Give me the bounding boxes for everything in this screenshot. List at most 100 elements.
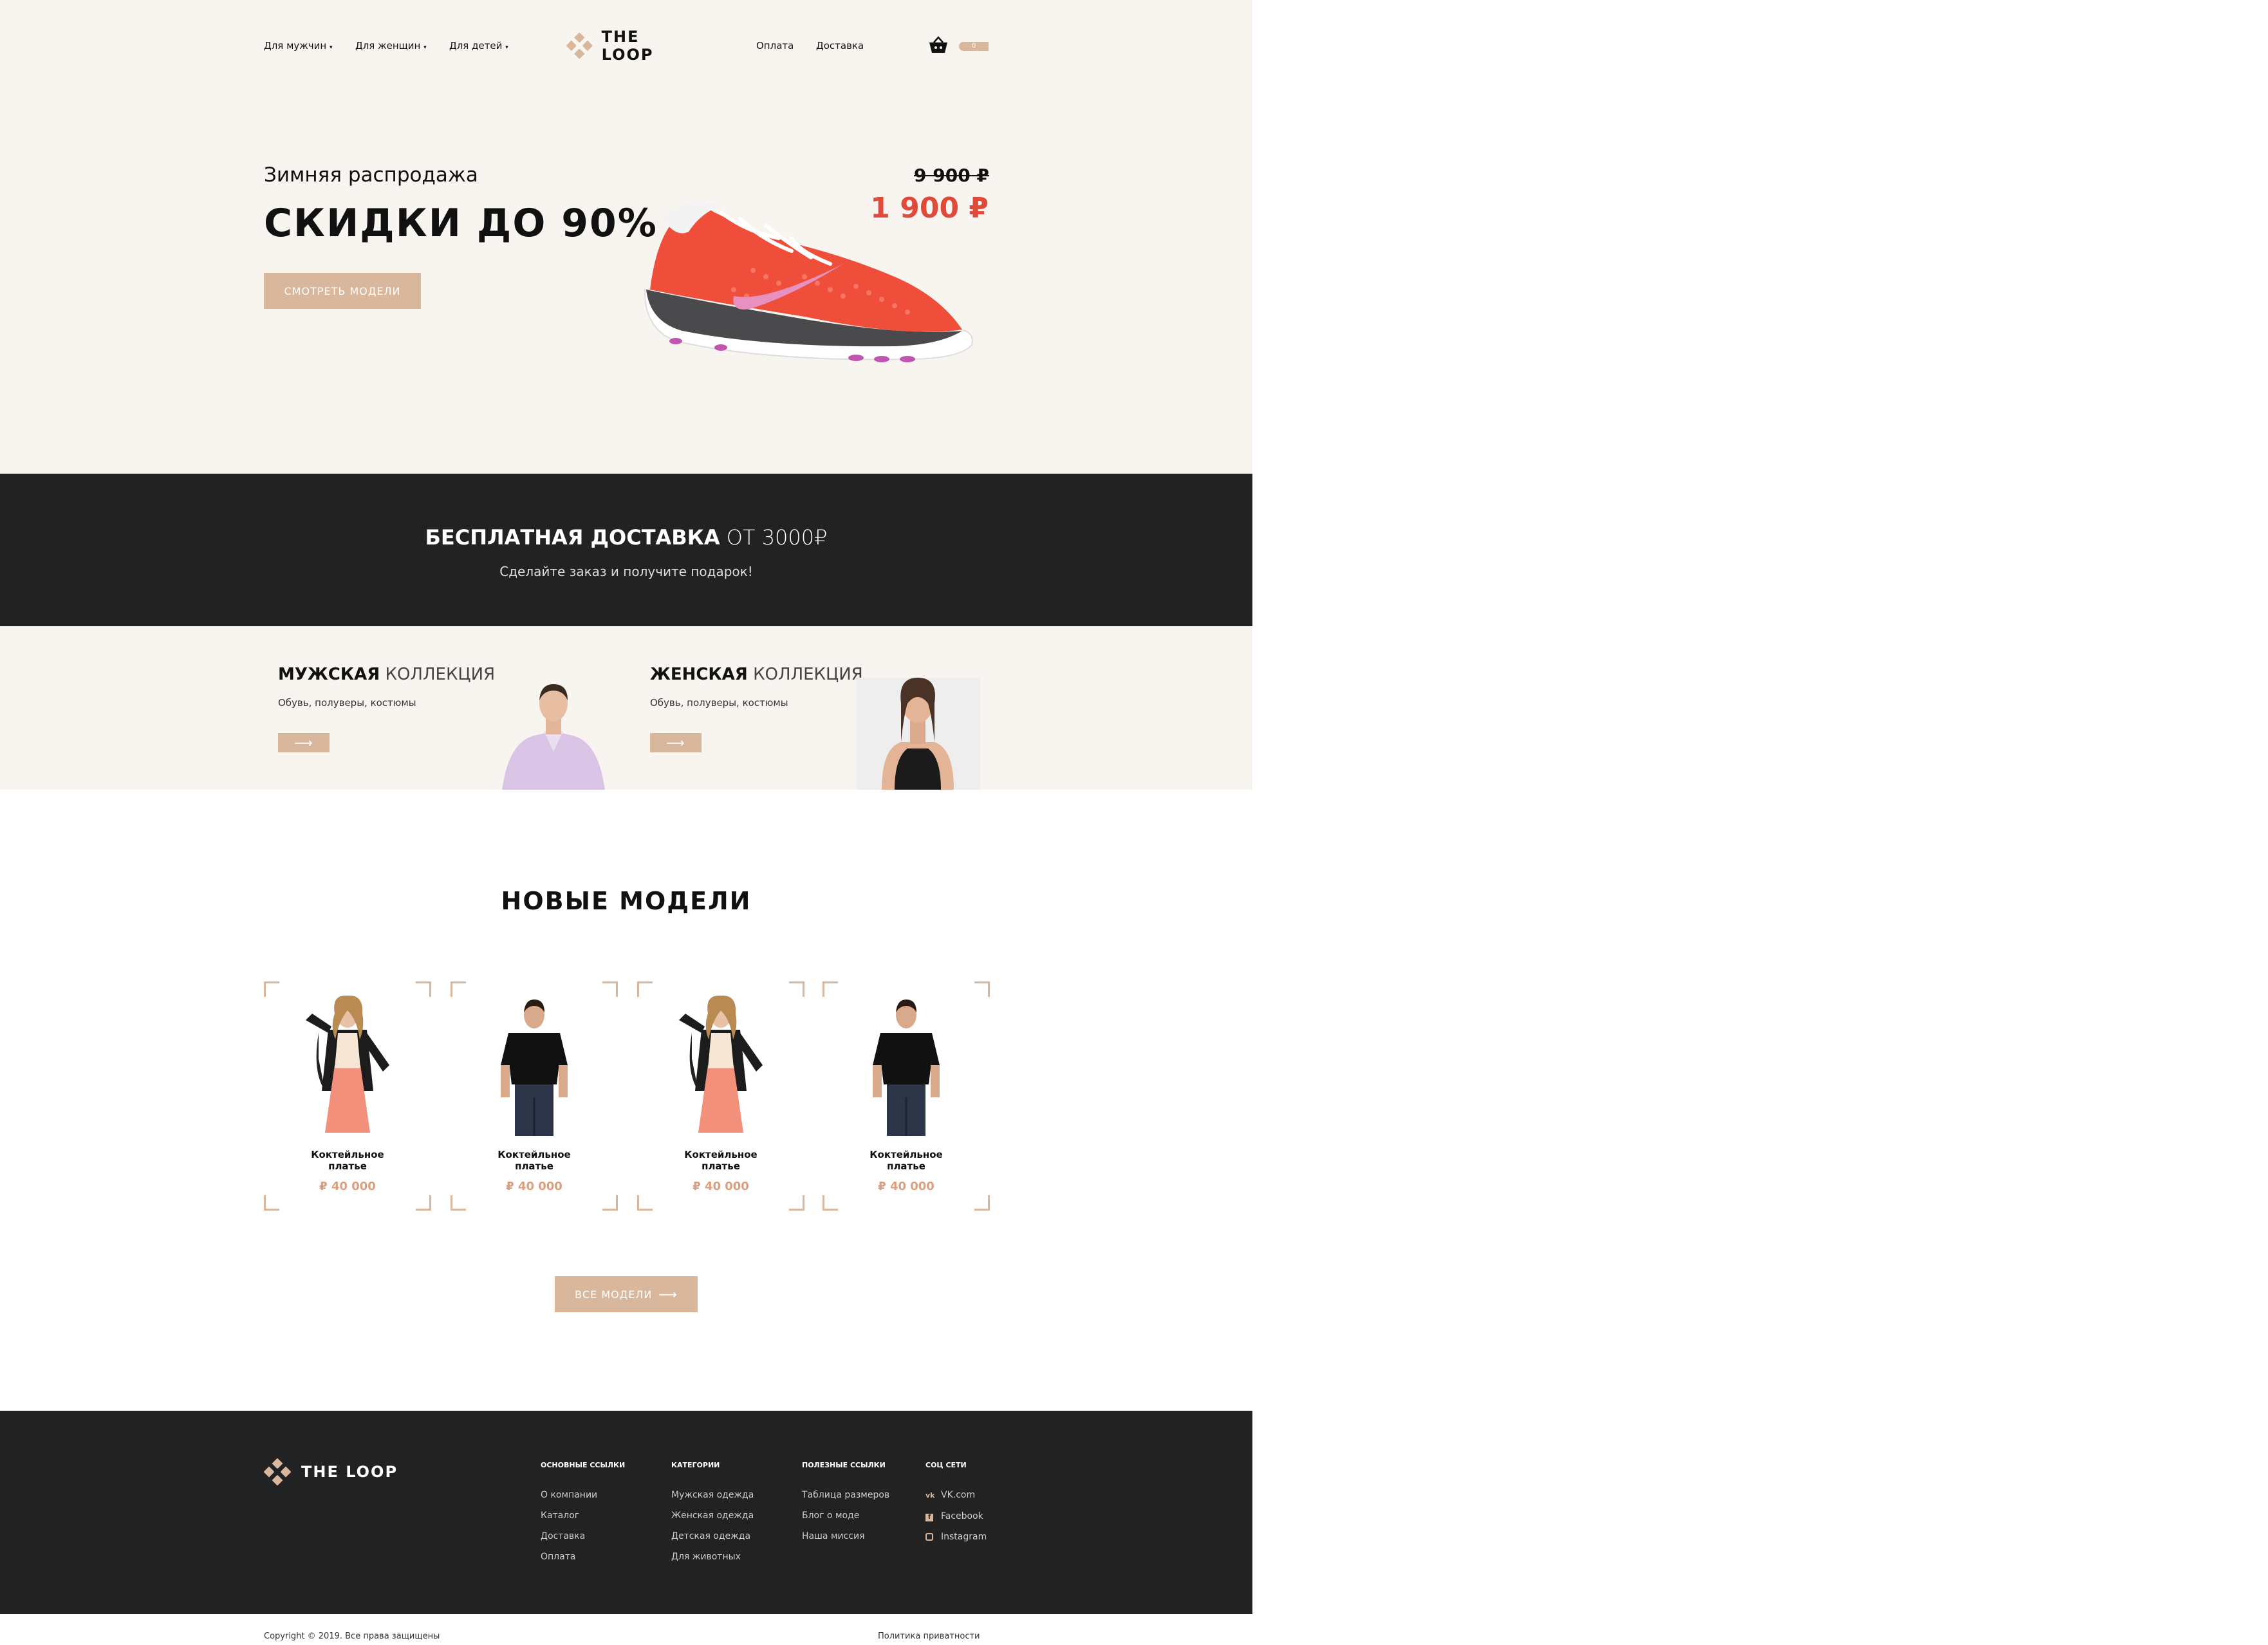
privacy-policy-link[interactable]: Политика приватности <box>878 1632 980 1641</box>
card-corner <box>416 981 431 997</box>
footer-link-vk[interactable]: vk VK.com <box>925 1485 987 1506</box>
product-price: ₽ 40 000 <box>319 1180 376 1193</box>
footer: THE LOOP ОСНОВНЫЕ ССЫЛКИ О компании Ката… <box>0 1411 1252 1614</box>
women-collection-title: ЖЕНСКАЯ КОЛЛЕКЦИЯ <box>650 665 863 684</box>
product-name: Коктейльное платье <box>497 1149 571 1172</box>
new-price: 1 900 ₽ <box>870 192 989 225</box>
men-collection-title: МУЖСКАЯ КОЛЛЕКЦИЯ <box>278 665 496 684</box>
footer-link-mission[interactable]: Наша миссия <box>802 1526 889 1547</box>
footer-link-blog[interactable]: Блог о моде <box>802 1505 889 1526</box>
card-corner <box>637 1195 653 1211</box>
card-corner <box>974 981 990 997</box>
shipping-title-light: ОТ 3000₽ <box>726 525 828 550</box>
product-name: Коктейльное платье <box>869 1149 943 1172</box>
shipping-title: БЕСПЛАТНАЯ ДОСТАВКА ОТ 3000₽ <box>0 525 1252 550</box>
brand-name: THE LOOP <box>601 28 654 64</box>
cart-count-badge: 0 <box>959 42 989 51</box>
card-corner <box>264 1195 279 1211</box>
product-image-dress <box>306 995 389 1133</box>
footer-brand-name: THE LOOP <box>301 1463 398 1481</box>
footer-col-title: КАТЕГОРИИ <box>671 1461 720 1469</box>
footer-link-men[interactable]: Мужская одежда <box>671 1485 754 1505</box>
product-name: Коктейльное платье <box>684 1149 758 1172</box>
product-image-tshirt <box>501 999 568 1136</box>
shipping-title-bold: БЕСПЛАТНАЯ ДОСТАВКА <box>425 525 720 550</box>
brand-logo[interactable]: THE LOOP <box>566 28 695 64</box>
product-card[interactable]: Коктейльное платье ₽ 40 000 <box>451 981 618 1211</box>
footer-link-sizes[interactable]: Таблица размеров <box>802 1485 889 1505</box>
card-corner <box>789 1195 804 1211</box>
footer-link-about[interactable]: О компании <box>541 1485 625 1505</box>
footer-brand-logo[interactable]: THE LOOP <box>264 1458 398 1485</box>
copyright: Copyright © 2019. Все права защищены <box>264 1631 440 1641</box>
men-collection-desc: Обувь, полуверы, костюмы <box>278 697 416 709</box>
product-name: Коктейльное платье <box>311 1149 384 1172</box>
basket-icon <box>929 36 947 53</box>
instagram-icon <box>925 1527 941 1547</box>
nav-men[interactable]: Для мужчин ▾ <box>264 40 333 51</box>
page: Для мужчин ▾ Для женщин ▾ Для детей ▾ TH… <box>0 0 1252 1645</box>
vk-icon: vk <box>925 1491 935 1500</box>
footer-col-title: СОЦ СЕТИ <box>925 1461 967 1469</box>
footer-link-delivery[interactable]: Доставка <box>541 1526 625 1547</box>
footer-link-catalog[interactable]: Каталог <box>541 1505 625 1526</box>
nav-kids[interactable]: Для детей ▾ <box>449 40 508 51</box>
card-corner <box>823 981 838 997</box>
footer-link-instagram[interactable]: Instagram <box>925 1527 987 1547</box>
nav-payment[interactable]: Оплата <box>756 40 794 51</box>
footer-link-kids[interactable]: Детская одежда <box>671 1526 754 1547</box>
hero-title: СКИДКИ ДО 90% <box>264 201 658 246</box>
logo-icon <box>264 1458 291 1485</box>
hero-section: Для мужчин ▾ Для женщин ▾ Для детей ▾ TH… <box>0 0 1252 474</box>
men-model-image <box>502 684 605 790</box>
footer-link-payment[interactable]: Оплата <box>541 1547 625 1567</box>
footer-link-pets[interactable]: Для животных <box>671 1547 754 1567</box>
women-collection-button[interactable]: ⟶ <box>650 733 702 752</box>
footer-col-categories: КАТЕГОРИИ Мужская одежда Женская одежда … <box>671 1461 754 1567</box>
product-price: ₽ 40 000 <box>878 1180 934 1193</box>
card-corner <box>451 1195 466 1211</box>
all-models-button[interactable]: ВСЕ МОДЕЛИ ⟶ <box>555 1276 698 1312</box>
card-corner <box>451 981 466 997</box>
cart-button[interactable]: 0 <box>928 36 992 55</box>
arrow-right-icon: ⟶ <box>666 735 685 750</box>
footer-col-social: СОЦ СЕТИ vk VK.com f Facebook Instagram <box>925 1461 987 1547</box>
facebook-icon: f <box>925 1506 941 1527</box>
footer-col-title: ОСНОВНЫЕ ССЫЛКИ <box>541 1461 626 1469</box>
arrow-right-icon: ⟶ <box>294 735 313 750</box>
hero-kicker: Зимняя распродажа <box>264 163 478 187</box>
logo-icon <box>566 32 593 59</box>
footer-link-facebook[interactable]: f Facebook <box>925 1506 987 1527</box>
product-image-dress <box>679 995 763 1133</box>
card-corner <box>602 1195 618 1211</box>
product-card[interactable]: Коктейльное платье ₽ 40 000 <box>637 981 804 1211</box>
product-price: ₽ 40 000 <box>692 1180 749 1193</box>
new-models-title: НОВЫЕ МОДЕЛИ <box>501 887 752 915</box>
nav-delivery[interactable]: Доставка <box>816 40 864 51</box>
card-corner <box>602 981 618 997</box>
card-corner <box>789 981 804 997</box>
card-corner <box>974 1195 990 1211</box>
shipping-banner: БЕСПЛАТНАЯ ДОСТАВКА ОТ 3000₽ Сделайте за… <box>0 474 1252 626</box>
product-image-tshirt <box>873 999 940 1136</box>
collections-section: МУЖСКАЯ КОЛЛЕКЦИЯ Обувь, полуверы, костю… <box>0 626 1252 790</box>
card-corner <box>416 1195 431 1211</box>
nav-women[interactable]: Для женщин ▾ <box>355 40 427 51</box>
card-corner <box>823 1195 838 1211</box>
old-price: 9 900 ₽ <box>914 165 989 186</box>
product-price: ₽ 40 000 <box>506 1180 562 1193</box>
product-card[interactable]: Коктейльное платье ₽ 40 000 <box>823 981 990 1211</box>
men-collection-button[interactable]: ⟶ <box>278 733 330 752</box>
shipping-subtitle: Сделайте заказ и получите подарок! <box>499 564 753 579</box>
product-card[interactable]: Коктейльное платье ₽ 40 000 <box>264 981 431 1211</box>
arrow-right-icon: ⟶ <box>658 1287 678 1302</box>
footer-link-women[interactable]: Женская одежда <box>671 1505 754 1526</box>
footer-col-useful: ПОЛЕЗНЫЕ ССЫЛКИ Таблица размеров Блог о … <box>802 1461 889 1547</box>
card-corner <box>637 981 653 997</box>
footer-col-title: ПОЛЕЗНЫЕ ССЫЛКИ <box>802 1461 886 1469</box>
footer-col-main-links: ОСНОВНЫЕ ССЫЛКИ О компании Каталог Доста… <box>541 1461 625 1567</box>
women-model-image <box>856 678 980 790</box>
women-collection-desc: Обувь, полуверы, костюмы <box>650 697 788 709</box>
card-corner <box>264 981 279 997</box>
view-models-button[interactable]: СМОТРЕТЬ МОДЕЛИ <box>264 273 421 309</box>
